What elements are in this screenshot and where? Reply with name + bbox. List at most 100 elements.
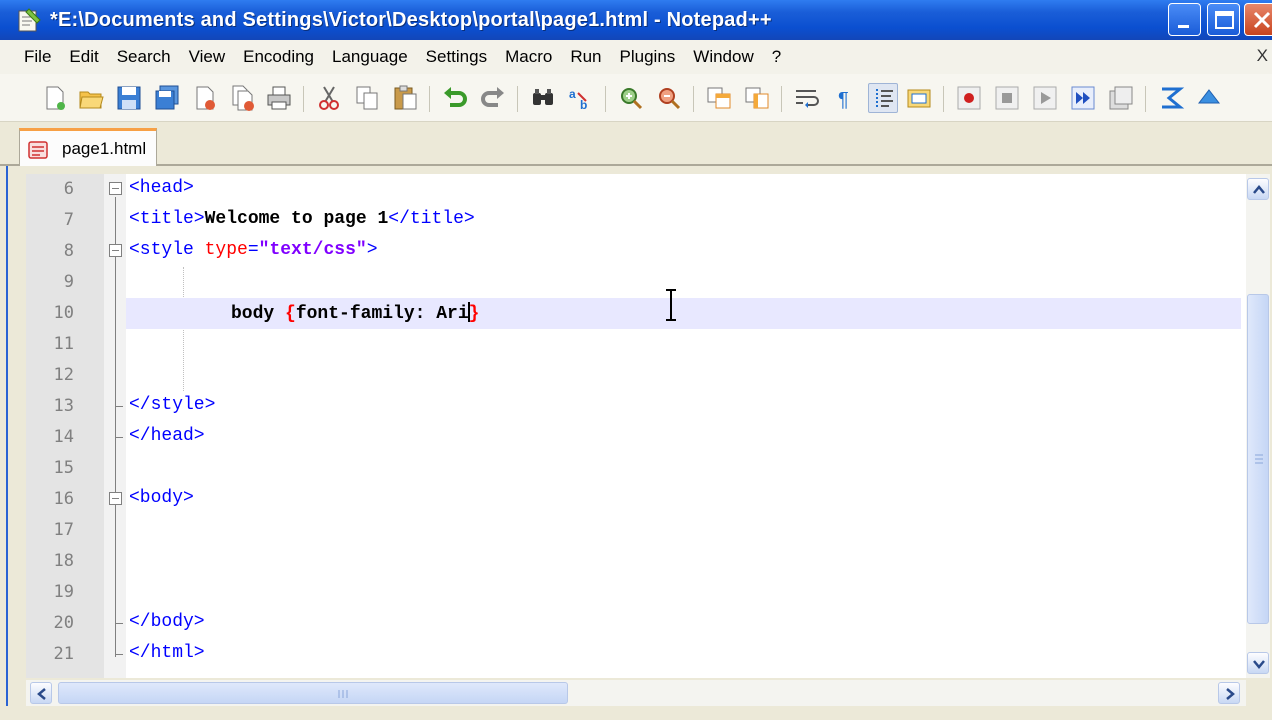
code-line[interactable]: 18: [26, 546, 1246, 577]
save-all-icon[interactable]: [152, 83, 182, 113]
vertical-scroll-thumb[interactable]: [1247, 294, 1269, 624]
line-number: 17: [53, 520, 74, 540]
menu-run[interactable]: Run: [561, 47, 610, 67]
minimize-button[interactable]: [1168, 3, 1201, 36]
line-number: 7: [63, 210, 74, 230]
close-all-icon[interactable]: [228, 83, 258, 113]
tab-bar: page1.html: [0, 122, 1272, 166]
play-macro-icon[interactable]: [1030, 83, 1060, 113]
current-code-line[interactable]: 10 body {font-family: Ari}: [26, 298, 1246, 329]
record-macro-icon[interactable]: [954, 83, 984, 113]
line-number: 13: [53, 396, 74, 416]
line-number: 15: [53, 458, 74, 478]
tab-label: page1.html: [62, 139, 147, 158]
horizontal-scrollbar[interactable]: [26, 680, 1246, 706]
menu-help[interactable]: ?: [763, 47, 790, 67]
svg-text:a: a: [569, 87, 576, 101]
code-text: </style>: [129, 395, 215, 415]
scroll-up-button[interactable]: [1247, 178, 1269, 200]
new-file-icon[interactable]: [40, 83, 70, 113]
run-macro-multiple-icon[interactable]: [1068, 83, 1098, 113]
code-line[interactable]: 7 <title>Welcome to page 1</title>: [26, 205, 1246, 236]
line-number: 20: [53, 613, 74, 633]
horizontal-scroll-thumb[interactable]: [58, 682, 568, 704]
copy-icon[interactable]: [352, 83, 382, 113]
code-text: </head>: [129, 426, 205, 446]
function-list-icon[interactable]: [1156, 83, 1186, 113]
sync-vertical-icon[interactable]: [704, 83, 734, 113]
code-line[interactable]: 19: [26, 577, 1246, 608]
menu-encoding[interactable]: Encoding: [234, 47, 323, 67]
code-line[interactable]: 11: [26, 329, 1246, 360]
zoom-in-icon[interactable]: [616, 83, 646, 113]
upload-icon[interactable]: [1194, 83, 1224, 113]
maximize-button[interactable]: [1207, 3, 1240, 36]
code-text: <head>: [129, 178, 194, 198]
word-wrap-icon[interactable]: [792, 83, 822, 113]
unsaved-file-icon: [28, 140, 48, 160]
text-cursor-icon: [666, 289, 676, 321]
menu-window[interactable]: Window: [684, 47, 762, 67]
scroll-down-button[interactable]: [1247, 652, 1269, 674]
tab-page1-html[interactable]: page1.html: [19, 128, 157, 166]
code-line[interactable]: 8 <style type="text/css">: [26, 236, 1246, 267]
close-window-button[interactable]: [1244, 3, 1272, 36]
user-lang-icon[interactable]: [904, 83, 934, 113]
line-number: 16: [53, 489, 74, 509]
sync-horizontal-icon[interactable]: [742, 83, 772, 113]
close-document-button[interactable]: X: [1257, 46, 1268, 66]
save-macro-icon[interactable]: [1106, 83, 1136, 113]
code-text: <body>: [129, 488, 194, 508]
code-line[interactable]: 6 <head>: [26, 174, 1246, 205]
line-number: 6: [63, 179, 74, 199]
code-line[interactable]: 16 <body>: [26, 484, 1246, 515]
code-line[interactable]: 14 </head>: [26, 422, 1246, 453]
code-editor[interactable]: 6 <head> 7 <title>Welcome to page 1</tit…: [26, 174, 1246, 678]
open-file-icon[interactable]: [76, 83, 106, 113]
title-bar[interactable]: *E:\Documents and Settings\Victor\Deskto…: [0, 0, 1272, 40]
zoom-out-icon[interactable]: [654, 83, 684, 113]
line-number: 18: [53, 551, 74, 571]
toolbar: ab ¶: [0, 74, 1272, 122]
save-icon[interactable]: [114, 83, 144, 113]
code-line[interactable]: 13 </style>: [26, 391, 1246, 422]
paste-icon[interactable]: [390, 83, 420, 113]
vertical-scrollbar[interactable]: [1246, 174, 1270, 678]
line-number: 12: [53, 365, 74, 385]
show-all-chars-icon[interactable]: ¶: [830, 83, 860, 113]
redo-icon[interactable]: [478, 83, 508, 113]
menu-edit[interactable]: Edit: [60, 47, 107, 67]
code-line[interactable]: 17: [26, 515, 1246, 546]
code-line[interactable]: 21 </html>: [26, 639, 1246, 670]
notepad-plus-plus-app-icon[interactable]: [16, 7, 42, 33]
status-area: [0, 706, 1272, 720]
stop-record-icon[interactable]: [992, 83, 1022, 113]
cut-icon[interactable]: [314, 83, 344, 113]
menu-search[interactable]: Search: [108, 47, 180, 67]
scroll-left-button[interactable]: [30, 682, 52, 704]
menu-settings[interactable]: Settings: [417, 47, 496, 67]
scroll-right-button[interactable]: [1218, 682, 1240, 704]
code-text: </html>: [129, 643, 205, 663]
code-line[interactable]: 12: [26, 360, 1246, 391]
line-number: 10: [53, 303, 74, 323]
menu-file[interactable]: File: [0, 47, 60, 67]
code-text: <title>Welcome to page 1</title>: [129, 209, 475, 229]
code-line[interactable]: 15: [26, 453, 1246, 484]
menu-bar: File Edit Search View Encoding Language …: [0, 40, 1272, 74]
menu-plugins[interactable]: Plugins: [611, 47, 685, 67]
menu-macro[interactable]: Macro: [496, 47, 561, 67]
window-title: *E:\Documents and Settings\Victor\Deskto…: [50, 8, 772, 31]
menu-view[interactable]: View: [180, 47, 235, 67]
code-line[interactable]: 9: [26, 267, 1246, 298]
indent-guide-icon[interactable]: [868, 83, 898, 113]
close-icon[interactable]: [190, 83, 220, 113]
code-line[interactable]: 20 </body>: [26, 608, 1246, 639]
undo-icon[interactable]: [440, 83, 470, 113]
print-icon[interactable]: [264, 83, 294, 113]
code-text: </html>: [129, 643, 205, 663]
menu-language[interactable]: Language: [323, 47, 417, 67]
find-icon[interactable]: [528, 83, 558, 113]
replace-icon[interactable]: ab: [566, 83, 596, 113]
line-number: 8: [63, 241, 74, 261]
